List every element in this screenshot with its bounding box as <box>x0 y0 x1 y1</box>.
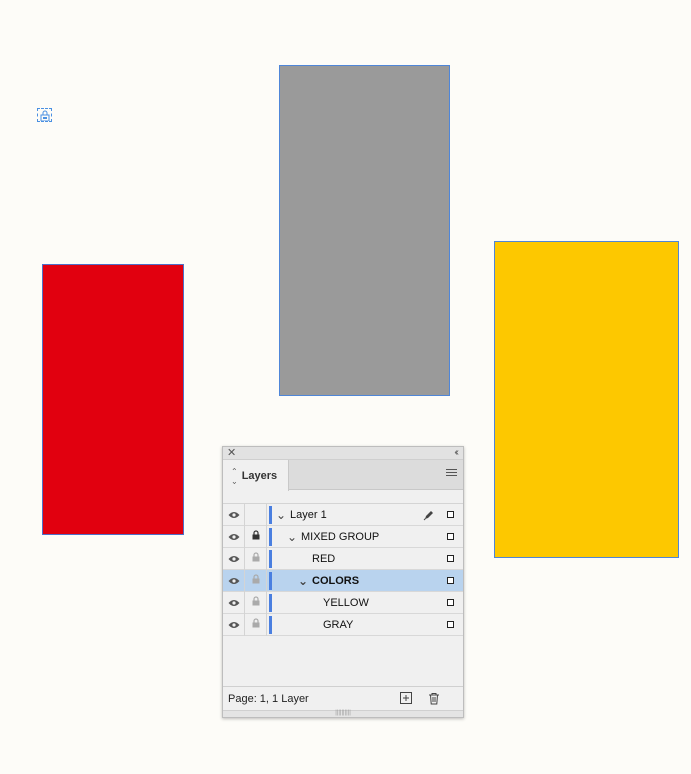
layer-name: Layer 1 <box>290 508 327 521</box>
selection-target[interactable] <box>447 533 454 540</box>
layer-name: YELLOW <box>323 596 369 609</box>
layer-name: MIXED GROUP <box>301 530 380 543</box>
close-icon[interactable]: ✕ <box>227 447 236 460</box>
layer-color-swatch <box>269 615 272 634</box>
pen-icon <box>423 509 435 524</box>
layer-label: ⌄ MIXED GROUP <box>287 531 379 543</box>
lock-toggle[interactable] <box>245 569 267 592</box>
lock-icon <box>252 618 260 631</box>
lock-toggle[interactable] <box>245 547 267 570</box>
double-chevron-left-icon[interactable]: ‹‹ <box>454 447 458 459</box>
layer-color-swatch <box>269 527 272 546</box>
resize-grip[interactable]: |||||||||| <box>223 710 463 717</box>
selection-target[interactable] <box>447 511 454 518</box>
layer-color-swatch <box>269 571 272 590</box>
layers-list: ⌄ Layer 1 ⌄ MIXED GROUP RED ⌄ COLORS YELLOW GRAY <box>223 503 463 636</box>
lock-toggle[interactable] <box>245 591 267 614</box>
selection-target[interactable] <box>447 577 454 584</box>
lock-icon <box>40 110 50 121</box>
layer-label: YELLOW <box>309 597 369 609</box>
layer-row[interactable]: RED <box>223 547 463 570</box>
layer-color-swatch <box>269 549 272 568</box>
selection-target[interactable] <box>447 621 454 628</box>
layer-color-swatch <box>269 505 272 524</box>
lock-icon <box>252 574 260 587</box>
layer-color-swatch <box>269 593 272 612</box>
locked-group-marker[interactable] <box>37 108 52 122</box>
lock-toggle[interactable] <box>245 525 267 548</box>
new-layer-icon[interactable] <box>400 692 413 705</box>
layer-row[interactable]: ⌄ MIXED GROUP <box>223 525 463 548</box>
trash-icon[interactable] <box>428 692 441 705</box>
lock-icon <box>252 596 260 609</box>
visibility-eye-icon[interactable] <box>223 525 245 548</box>
layer-row[interactable]: YELLOW <box>223 591 463 614</box>
yellow-rectangle[interactable] <box>494 241 679 558</box>
chevron-down-icon[interactable]: ⌄ <box>287 531 297 543</box>
selection-target[interactable] <box>447 555 454 562</box>
tab-layers[interactable]: ⌃ ⌃ Layers <box>223 460 289 491</box>
panel-tab-bar: ⌃ ⌃ Layers <box>223 460 463 491</box>
selection-target[interactable] <box>447 599 454 606</box>
lock-toggle[interactable] <box>245 503 267 526</box>
layer-name: GRAY <box>323 618 354 631</box>
lock-icon <box>252 530 260 543</box>
layers-panel: ✕ ‹‹ ⌃ ⌃ Layers ⌄ Layer 1 ⌄ MIXED GROUP RED ⌄ C… <box>222 446 464 718</box>
layer-name: COLORS <box>312 574 360 587</box>
layer-label: ⌄ Layer 1 <box>276 509 327 521</box>
updown-arrows-icon: ⌃ ⌃ <box>231 466 238 485</box>
gray-rectangle[interactable] <box>279 65 450 396</box>
lock-toggle[interactable] <box>245 613 267 636</box>
layer-row[interactable]: ⌄ Layer 1 <box>223 503 463 526</box>
visibility-eye-icon[interactable] <box>223 547 245 570</box>
layer-row[interactable]: ⌄ COLORS <box>223 569 463 592</box>
chevron-down-icon[interactable]: ⌄ <box>276 509 286 521</box>
visibility-eye-icon[interactable] <box>223 503 245 526</box>
layer-label: GRAY <box>309 619 353 631</box>
layer-label: ⌄ COLORS <box>298 575 359 587</box>
footer-status: Page: 1, 1 Layer <box>228 692 309 705</box>
visibility-eye-icon[interactable] <box>223 569 245 592</box>
layer-name: RED <box>312 552 336 565</box>
chevron-down-icon[interactable]: ⌄ <box>298 575 308 587</box>
hamburger-menu-icon[interactable] <box>446 469 457 478</box>
tab-layers-label: Layers <box>241 469 278 482</box>
lock-icon <box>252 552 260 565</box>
layer-label: RED <box>298 553 335 565</box>
panel-footer: Page: 1, 1 Layer <box>223 686 463 710</box>
layer-row[interactable]: GRAY <box>223 613 463 636</box>
visibility-eye-icon[interactable] <box>223 613 245 636</box>
panel-title-bar[interactable]: ✕ ‹‹ <box>223 447 463 460</box>
visibility-eye-icon[interactable] <box>223 591 245 614</box>
red-rectangle[interactable] <box>42 264 184 535</box>
